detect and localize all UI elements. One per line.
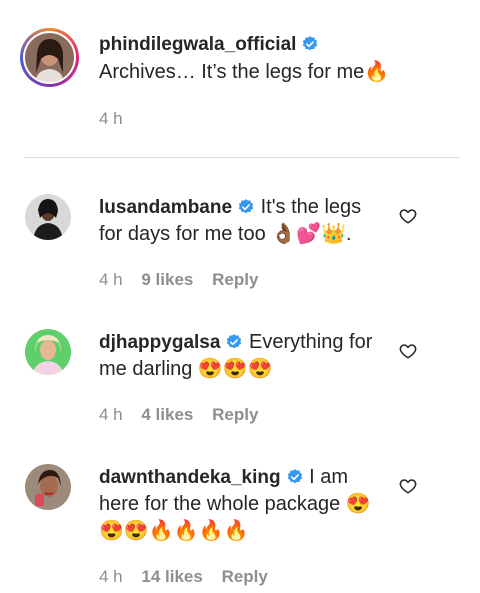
caption-username[interactable]: phindilegwala_official (99, 34, 296, 55)
avatar-photo-icon (25, 329, 71, 375)
comment-likes[interactable]: 4 likes (141, 405, 193, 424)
like-heart-icon[interactable] (399, 207, 417, 225)
comment-time: 4 h (99, 270, 123, 289)
verified-badge-icon (227, 334, 242, 349)
caption-divider (24, 157, 460, 158)
verified-badge-icon (287, 469, 302, 484)
comment-body: dawnthandeka_king I am here for the whol… (99, 464, 384, 545)
commenter-avatar[interactable] (25, 194, 71, 240)
comment-likes[interactable]: 14 likes (141, 567, 202, 586)
post-caption: phindilegwala_official Archives… It’s th… (0, 0, 480, 160)
comment-likes[interactable]: 9 likes (141, 270, 193, 289)
comment-body: djhappygalsa Everything for me darling 😍… (99, 329, 384, 383)
commenter-username[interactable]: dawnthandeka_king (99, 467, 281, 488)
comment-time: 4 h (99, 567, 123, 586)
comment-time: 4 h (99, 405, 123, 424)
like-heart-icon[interactable] (399, 477, 417, 495)
avatar-photo-icon (25, 194, 71, 240)
commenter-avatar[interactable] (25, 329, 71, 375)
avatar-photo-icon (25, 464, 71, 510)
reply-button[interactable]: Reply (212, 405, 258, 424)
reply-button[interactable]: Reply (212, 270, 258, 289)
comment-meta: 4 h 9 likes Reply (99, 270, 272, 290)
comment-meta: 4 h 4 likes Reply (99, 405, 272, 425)
avatar-photo-icon (25, 33, 74, 82)
verified-badge-icon (238, 199, 254, 214)
like-heart-icon[interactable] (399, 342, 417, 360)
caption-avatar[interactable] (20, 28, 79, 87)
caption-meta: 4 h (99, 109, 137, 129)
comment-meta: 4 h 14 likes Reply (99, 567, 282, 587)
commenter-username[interactable]: djhappygalsa (99, 332, 220, 353)
verified-badge-icon (303, 36, 318, 51)
commenter-avatar[interactable] (25, 464, 71, 510)
reply-button[interactable]: Reply (222, 567, 268, 586)
caption-time: 4 h (99, 109, 123, 128)
caption-text: Archives… It’s the legs for me🔥 (99, 61, 390, 83)
commenter-username[interactable]: lusandambane (99, 197, 232, 218)
comment-body: lusandambane It's the legs for days for … (99, 194, 384, 248)
